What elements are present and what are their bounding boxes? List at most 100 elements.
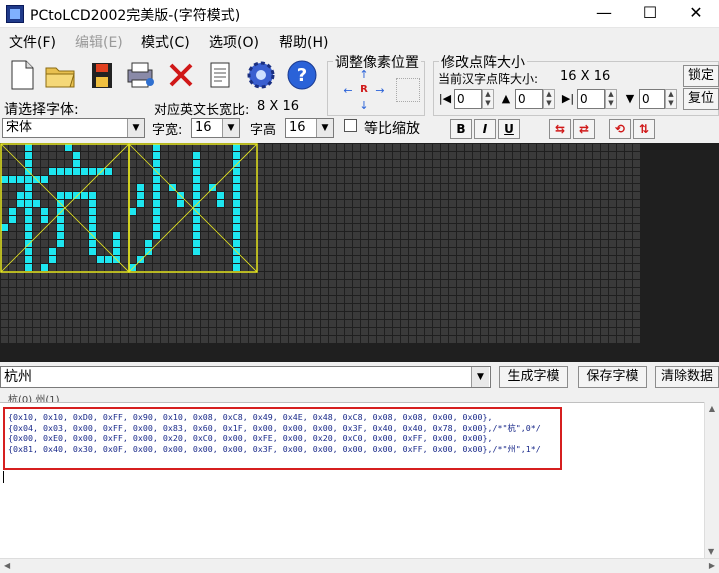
pixel-off[interactable] [601,200,608,207]
pixel-off[interactable] [481,328,488,335]
pixel-off[interactable] [433,264,440,271]
pixel-off[interactable] [441,224,448,231]
pixel-off[interactable] [273,224,280,231]
pixel-off[interactable] [289,336,296,343]
pixel-off[interactable] [161,240,168,247]
pixel-off[interactable] [129,296,136,303]
pixel-off[interactable] [217,280,224,287]
pixel-off[interactable] [489,336,496,343]
pixel-off[interactable] [145,272,152,279]
pixel-off[interactable] [9,160,16,167]
pixel-off[interactable] [601,240,608,247]
spin-bottom[interactable]: 0 [639,89,665,109]
pixel-on[interactable] [193,192,200,199]
pixel-off[interactable] [33,192,40,199]
pixel-off[interactable] [9,320,16,327]
pixel-off[interactable] [529,208,536,215]
pixel-off[interactable] [265,272,272,279]
pixel-off[interactable] [425,192,432,199]
pixel-off[interactable] [505,192,512,199]
pixel-off[interactable] [577,232,584,239]
pixel-off[interactable] [49,288,56,295]
pixel-off[interactable] [521,184,528,191]
pixel-off[interactable] [65,200,72,207]
pixel-off[interactable] [561,296,568,303]
move-left-button[interactable]: ← [342,84,354,97]
pixel-off[interactable] [9,240,16,247]
pixel-off[interactable] [25,272,32,279]
pixel-off[interactable] [577,184,584,191]
pixel-off[interactable] [161,296,168,303]
pixel-off[interactable] [113,280,120,287]
pixel-off[interactable] [145,312,152,319]
pixel-off[interactable] [633,184,640,191]
pixel-off[interactable] [169,224,176,231]
pixel-off[interactable] [129,288,136,295]
pixel-off[interactable] [449,176,456,183]
pixel-off[interactable] [185,304,192,311]
pixel-off[interactable] [73,320,80,327]
pixel-off[interactable] [577,240,584,247]
pixel-off[interactable] [89,336,96,343]
pixel-off[interactable] [473,168,480,175]
pixel-on[interactable] [41,216,48,223]
pixel-off[interactable] [521,152,528,159]
pixel-off[interactable] [497,168,504,175]
pixel-off[interactable] [529,328,536,335]
pixel-off[interactable] [433,176,440,183]
pixel-off[interactable] [457,320,464,327]
pixel-off[interactable] [489,176,496,183]
move-right-button[interactable]: → [374,84,386,97]
pixel-off[interactable] [105,320,112,327]
pixel-off[interactable] [161,320,168,327]
pixel-on[interactable] [65,168,72,175]
pixel-off[interactable] [289,272,296,279]
pixel-off[interactable] [473,176,480,183]
pixel-off[interactable] [81,312,88,319]
pixel-off[interactable] [425,336,432,343]
pixel-off[interactable] [449,160,456,167]
pixel-off[interactable] [1,264,8,271]
pixel-off[interactable] [577,280,584,287]
pixel-off[interactable] [489,272,496,279]
pixel-off[interactable] [113,288,120,295]
pixel-off[interactable] [209,144,216,151]
pixel-off[interactable] [401,200,408,207]
pixel-off[interactable] [489,160,496,167]
pixel-off[interactable] [569,176,576,183]
pixel-off[interactable] [193,312,200,319]
pixel-off[interactable] [369,192,376,199]
pixel-off[interactable] [561,328,568,335]
pixel-off[interactable] [257,248,264,255]
pixel-off[interactable] [113,312,120,319]
pixel-off[interactable] [217,272,224,279]
pixel-off[interactable] [601,304,608,311]
bold-button[interactable]: B [450,119,472,139]
pixel-off[interactable] [337,216,344,223]
pixel-off[interactable] [185,184,192,191]
pixel-off[interactable] [297,160,304,167]
pixel-off[interactable] [385,264,392,271]
pixel-off[interactable] [473,144,480,151]
pixel-off[interactable] [209,312,216,319]
pixel-off[interactable] [361,264,368,271]
pixel-off[interactable] [241,296,248,303]
pixel-off[interactable] [1,184,8,191]
pixel-off[interactable] [105,312,112,319]
pixel-off[interactable] [225,192,232,199]
pixel-off[interactable] [393,264,400,271]
pixel-off[interactable] [353,176,360,183]
pixel-off[interactable] [609,216,616,223]
pixel-off[interactable] [289,184,296,191]
pixel-off[interactable] [121,280,128,287]
pixel-off[interactable] [321,160,328,167]
pixel-off[interactable] [329,168,336,175]
pixel-off[interactable] [97,176,104,183]
pixel-off[interactable] [297,256,304,263]
pixel-off[interactable] [41,280,48,287]
pixel-off[interactable] [617,248,624,255]
pixel-off[interactable] [233,328,240,335]
pixel-off[interactable] [513,304,520,311]
pixel-off[interactable] [497,144,504,151]
pixel-off[interactable] [369,304,376,311]
